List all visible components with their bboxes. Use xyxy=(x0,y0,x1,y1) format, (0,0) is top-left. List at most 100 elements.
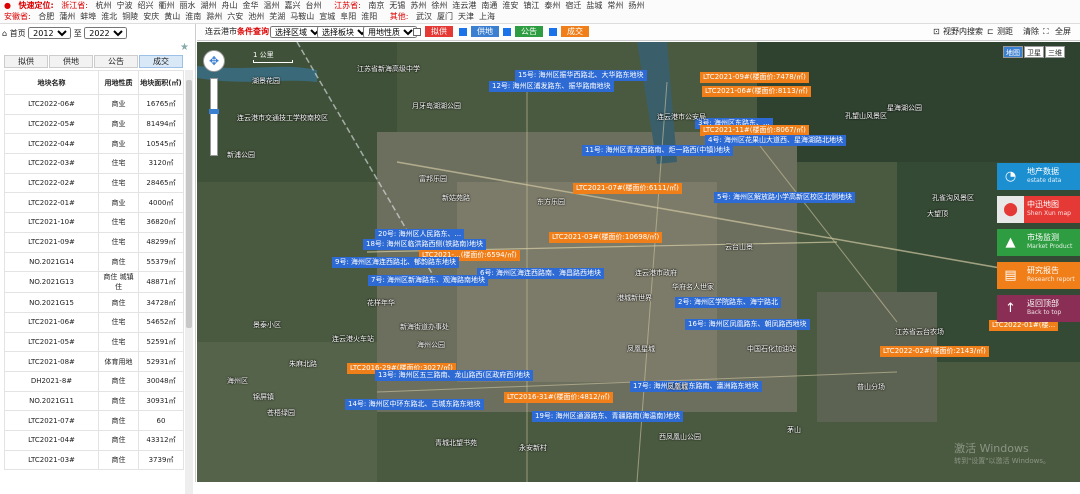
jiangsu-city-11[interactable]: 常州 xyxy=(607,1,623,10)
jiangsu-city-7[interactable]: 镇江 xyxy=(523,1,539,10)
land-tag-3[interactable]: LTC2021-06#(楼面价:8113/㎡) xyxy=(702,86,811,97)
table-row[interactable]: LTC2021-07# 商住 60 xyxy=(4,410,184,431)
anhui-city-5[interactable]: 安庆 xyxy=(143,12,159,21)
map-place-label[interactable]: 凤凰城 xyxy=(667,382,688,392)
table-row[interactable]: LTC2021-09# 住宅 48299㎡ xyxy=(4,231,184,253)
zhejiang-city-6[interactable]: 舟山 xyxy=(222,1,238,10)
map-place-label[interactable]: 连云港市公安局 xyxy=(657,112,706,122)
zhejiang-city-0[interactable]: 杭州 xyxy=(96,1,112,10)
land-tag-24[interactable]: 17号: 海州区新建东路南、瀛洲路东地块 xyxy=(630,381,762,392)
map-place-label[interactable]: 普山分场 xyxy=(857,382,885,392)
home-link[interactable]: 首页 xyxy=(10,29,26,38)
view-search-icon[interactable]: ⊡ xyxy=(933,26,940,38)
map-place-label[interactable]: 新海街道办事处 xyxy=(400,322,449,332)
map-place-label[interactable]: 云台山景 xyxy=(725,242,753,252)
side-panel-item[interactable]: ◔ 地产数据 estate data xyxy=(997,163,1080,190)
table-row[interactable]: NO.2021G11 商住 30931㎡ xyxy=(4,390,184,412)
map-place-label[interactable]: 江苏省新海高级中学 xyxy=(357,64,420,74)
map-place-label[interactable]: 景泰小区 xyxy=(253,320,281,330)
table-row[interactable]: LTC2021-06# 住宅 54652㎡ xyxy=(4,311,184,333)
jiangsu-city-12[interactable]: 扬州 xyxy=(628,1,644,10)
map-place-label[interactable]: 孔雀沟风景区 xyxy=(932,193,974,203)
jiangsu-city-3[interactable]: 徐州 xyxy=(431,1,447,10)
supply-checkbox[interactable] xyxy=(459,27,467,36)
land-tag-23[interactable]: LTC2016-31#(楼面价:4812/㎡) xyxy=(504,392,613,403)
tab-0[interactable]: 拟供 xyxy=(4,55,48,68)
jiangsu-city-1[interactable]: 无锡 xyxy=(389,1,405,10)
other-city-3[interactable]: 上海 xyxy=(479,12,495,21)
area-select[interactable]: 选择区域 xyxy=(270,26,324,38)
zhejiang-city-4[interactable]: 丽水 xyxy=(180,1,196,10)
maptype-map[interactable]: 地图 xyxy=(1003,46,1023,58)
anhui-city-2[interactable]: 蚌埠 xyxy=(80,12,96,21)
year-to-select[interactable]: 2022 xyxy=(84,27,128,39)
jiangsu-city-10[interactable]: 盐城 xyxy=(586,1,602,10)
table-row[interactable]: NO.2021G13 商住 城镇住 48871㎡ xyxy=(4,271,184,294)
map-place-label[interactable]: 连云港火车站 xyxy=(332,334,374,344)
ranging-button[interactable]: 测距 xyxy=(997,26,1013,38)
table-row[interactable]: LTC2022-02# 住宅 28465㎡ xyxy=(4,172,184,194)
map-place-label[interactable]: 凤凰星城 xyxy=(627,344,655,354)
side-panel-item[interactable]: ↑ 返回顶部 Back to top xyxy=(997,295,1080,322)
land-tag-20[interactable]: LTC2022-02#(楼面价:2143/㎡) xyxy=(880,346,989,357)
map-place-label[interactable]: 海州公园 xyxy=(417,340,445,350)
map-place-label[interactable]: 月牙岛湖湖公园 xyxy=(412,101,461,111)
maptype-satellite[interactable]: 卫星 xyxy=(1024,46,1044,58)
table-row[interactable]: LTC2021-04# 商住 43312㎡ xyxy=(4,430,184,451)
tab-3[interactable]: 成交 xyxy=(139,55,183,68)
tab-2[interactable]: 公告 xyxy=(94,55,138,68)
tab-1[interactable]: 供地 xyxy=(49,55,93,68)
land-tag-15[interactable]: 6号: 海州区海连西路南、海昌路西地块 xyxy=(477,268,605,279)
land-tag-16[interactable]: 7号: 海州区新海路东、观海路南地块 xyxy=(368,275,489,286)
land-tag-25[interactable]: 14号: 海州区中环东路北、古城东路东地块 xyxy=(345,399,484,410)
anhui-city-3[interactable]: 淮北 xyxy=(101,12,117,21)
anhui-city-15[interactable]: 淮阳 xyxy=(361,12,377,21)
map-place-label[interactable]: 中国石化加油站 xyxy=(747,344,796,354)
land-tag-0[interactable]: 15号: 海州区振华西路北、大华路东地块 xyxy=(515,70,647,81)
land-tag-17[interactable]: 2号: 海州区学院路东、海宁路北 xyxy=(675,297,782,308)
zhejiang-city-5[interactable]: 湖州 xyxy=(201,1,217,10)
map-place-label[interactable]: 锦屏镇 xyxy=(253,392,274,402)
table-row[interactable]: LTC2021-03# 商住 3739㎡ xyxy=(4,449,184,471)
map-place-label[interactable]: 孔望山风景区 xyxy=(845,111,887,121)
table-row[interactable]: LTC2022-04# 商业 10545㎡ xyxy=(4,133,184,155)
land-tag-22[interactable]: 13号: 海州区五三路南、龙山路西(区政府西)地块 xyxy=(375,370,533,381)
land-tag-12[interactable]: LTC2021-03#(楼面价:10698/㎡) xyxy=(549,232,663,243)
zoom-knob[interactable] xyxy=(209,109,219,114)
scrollbar-thumb[interactable] xyxy=(186,80,192,328)
map-place-label[interactable]: 大望顶 xyxy=(927,209,948,219)
other-city-1[interactable]: 厦门 xyxy=(437,12,453,21)
side-panel-item[interactable]: ▲ 市场监测 Market Product xyxy=(997,229,1080,256)
table-row[interactable]: LTC2021-05# 住宅 52591㎡ xyxy=(4,331,184,353)
zhejiang-city-1[interactable]: 宁波 xyxy=(117,1,133,10)
map-place-label[interactable]: 苍梧绿园 xyxy=(267,408,295,418)
land-tag-9[interactable]: 5号: 海州区解放路小学高新区校区北侧地块 xyxy=(714,192,856,203)
deal-button[interactable]: 成交 xyxy=(561,26,589,37)
map-place-label[interactable]: 江苏省云台农场 xyxy=(895,327,944,337)
fullscreen-icon[interactable]: ⛶ xyxy=(1043,26,1049,38)
zhejiang-city-8[interactable]: 温州 xyxy=(264,1,280,10)
anhui-city-11[interactable]: 芜湖 xyxy=(269,12,285,21)
map-place-label[interactable]: 富邦乐园 xyxy=(419,174,447,184)
anhui-city-14[interactable]: 阜阳 xyxy=(340,12,356,21)
land-tag-26[interactable]: 19号: 海州区通源路东、青疆路南(海温南)地块 xyxy=(532,411,683,422)
ruler-icon[interactable]: ⊏ xyxy=(987,26,994,38)
fullscreen-button[interactable]: 全屏 xyxy=(1055,26,1071,38)
zhejiang-city-2[interactable]: 绍兴 xyxy=(138,1,154,10)
map-place-label[interactable]: 西凤凰山公园 xyxy=(659,432,701,442)
jiangsu-city-5[interactable]: 南通 xyxy=(481,1,497,10)
jiangsu-city-6[interactable]: 淮安 xyxy=(502,1,518,10)
map-place-label[interactable]: 东方乐园 xyxy=(537,197,565,207)
map-place-label[interactable]: 永安新村 xyxy=(519,443,547,453)
land-tag-2[interactable]: LTC2021-09#(楼面价:7478/㎡) xyxy=(700,72,809,83)
table-row[interactable]: LTC2021-08# 体育用地 52931㎡ xyxy=(4,351,184,372)
zoom-slider[interactable] xyxy=(209,78,219,156)
side-panel-item[interactable]: ⬤ 中迅地图 Shen Xun map xyxy=(997,196,1080,223)
anhui-city-4[interactable]: 铜陵 xyxy=(122,12,138,21)
anhui-city-7[interactable]: 淮南 xyxy=(185,12,201,21)
anhui-city-8[interactable]: 滁州 xyxy=(206,12,222,21)
home-icon[interactable]: ⌂ xyxy=(2,29,7,38)
favorite-star-icon[interactable]: ★ xyxy=(180,42,189,53)
land-tag-18[interactable]: 16号: 海州区凤凰路东、朝凤路西地块 xyxy=(685,319,810,330)
map-place-label[interactable]: 湖景花园 xyxy=(252,76,280,86)
